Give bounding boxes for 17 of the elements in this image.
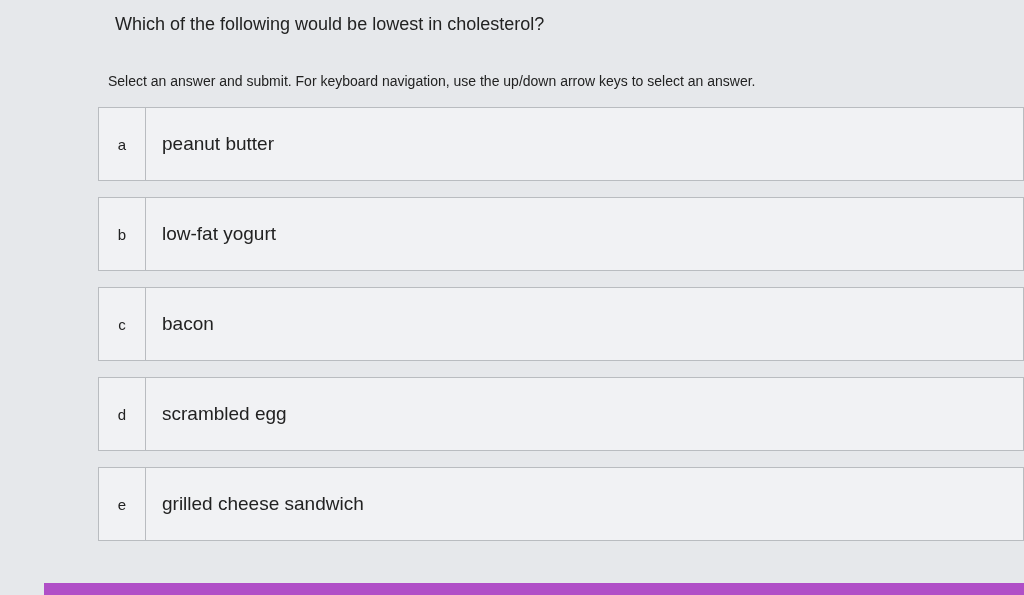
option-text: scrambled egg <box>161 402 287 426</box>
option-letter: b <box>99 198 146 270</box>
answer-option[interactable]: c bacon <box>98 287 1024 361</box>
answer-option[interactable]: b low-fat yogurt <box>98 197 1024 271</box>
option-letter: d <box>99 378 146 450</box>
option-text: low-fat yogurt <box>161 222 277 246</box>
answer-option[interactable]: e grilled cheese sandwich <box>98 467 1024 541</box>
answer-option[interactable]: a peanut butter <box>98 107 1024 181</box>
option-letter: a <box>99 108 146 180</box>
option-text: bacon <box>161 312 214 336</box>
option-text: grilled cheese sandwich <box>161 492 364 516</box>
answer-option[interactable]: d scrambled egg <box>98 377 1024 451</box>
question-text: Which of the following would be lowest in cholesterol? <box>115 14 546 35</box>
option-letter: c <box>99 288 146 360</box>
option-letter: e <box>99 468 146 540</box>
instructions-text: Select an answer and submit. For keyboard navigation, use the up/down arrow keys to select an answer. <box>108 73 757 89</box>
option-text: peanut butter <box>161 132 274 156</box>
